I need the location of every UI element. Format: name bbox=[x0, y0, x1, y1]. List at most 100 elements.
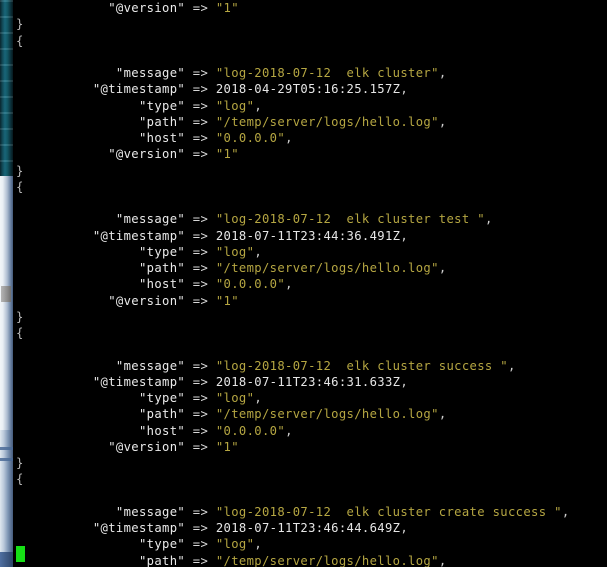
log-field-arrow: => bbox=[185, 358, 216, 373]
log-field-line: "path" => "/temp/server/logs/hello.log", bbox=[16, 260, 607, 276]
log-field-comma: , bbox=[254, 391, 262, 405]
log-field-key: "@version" bbox=[16, 1, 186, 15]
record-close-brace-line: } bbox=[16, 16, 607, 32]
log-field-arrow: => bbox=[185, 212, 216, 227]
log-field-comma: , bbox=[400, 374, 409, 389]
record-close-brace: } bbox=[16, 17, 24, 32]
record-open-brace: { bbox=[16, 326, 24, 340]
log-field-arrow: => bbox=[185, 82, 216, 97]
log-field-line: "type" => "log", bbox=[16, 390, 607, 406]
log-field-arrow: => bbox=[185, 114, 216, 129]
log-field-arrow: => bbox=[185, 423, 216, 438]
terminal-output[interactable]: "@version" => "1"}{ "message" => "log-20… bbox=[16, 0, 607, 567]
log-field-arrow: => bbox=[185, 261, 216, 275]
log-field-value: "0.0.0.0" bbox=[215, 131, 286, 145]
log-field-line: "message" => "log-2018-07-12 elk cluster… bbox=[16, 504, 607, 520]
record-open-brace-line: { bbox=[16, 325, 607, 341]
log-field-key: "host" bbox=[16, 277, 186, 292]
log-field-line: "type" => "log", bbox=[16, 536, 607, 552]
log-field-arrow: => bbox=[185, 407, 216, 422]
log-field-key: "message" bbox=[16, 212, 186, 227]
log-field-arrow: => bbox=[185, 293, 216, 308]
chrome-divider bbox=[13, 0, 16, 567]
log-field-comma: , bbox=[254, 98, 262, 113]
log-field-comma: , bbox=[438, 407, 447, 422]
vertical-scrollbar-track-lower[interactable] bbox=[0, 430, 13, 567]
log-field-value: "/temp/server/logs/hello.log" bbox=[215, 407, 439, 422]
log-field-key: "type" bbox=[16, 391, 186, 405]
log-field-key: "message" bbox=[16, 504, 186, 519]
log-field-arrow: => bbox=[185, 439, 216, 454]
log-field-value: "log" bbox=[215, 244, 255, 259]
log-field-arrow: => bbox=[185, 391, 216, 405]
log-field-value: "log-2018-07-12 elk cluster test " bbox=[215, 212, 485, 227]
log-field-value: 2018-07-11T23:46:31.633Z bbox=[215, 374, 401, 389]
record-spacer-line bbox=[16, 49, 607, 65]
left-window-chrome[interactable] bbox=[0, 0, 16, 567]
log-field-comma: , bbox=[400, 521, 409, 535]
log-field-comma: , bbox=[285, 423, 293, 438]
log-field-key: "type" bbox=[16, 244, 186, 259]
log-field-key: "type" bbox=[16, 537, 186, 552]
window-edge-stripes bbox=[0, 0, 13, 176]
log-field-value: "0.0.0.0" bbox=[215, 423, 286, 438]
log-field-comma: , bbox=[438, 114, 447, 129]
log-field-comma: , bbox=[484, 212, 493, 227]
log-field-line: "@timestamp" => 2018-04-29T05:16:25.157Z… bbox=[16, 81, 607, 97]
log-field-arrow: => bbox=[185, 98, 216, 113]
log-field-key: "@timestamp" bbox=[16, 521, 186, 535]
log-field-key: "@version" bbox=[16, 293, 186, 308]
log-field-line: "@timestamp" => 2018-07-11T23:44:36.491Z… bbox=[16, 228, 607, 244]
log-field-key: "@version" bbox=[16, 147, 186, 162]
log-field-arrow: => bbox=[185, 537, 216, 552]
log-field-value: "1" bbox=[215, 1, 239, 15]
terminal-cursor bbox=[16, 546, 25, 562]
log-field-comma: , bbox=[438, 261, 447, 275]
log-field-comma: , bbox=[508, 358, 516, 373]
log-field-key: "host" bbox=[16, 131, 186, 145]
record-close-brace: } bbox=[16, 163, 24, 178]
terminal-window[interactable]: "host" => "0.0.0.0", "@version" => "1"}{… bbox=[0, 0, 607, 567]
log-field-comma: , bbox=[254, 537, 262, 552]
record-open-brace-line: { bbox=[16, 33, 607, 49]
log-field-value: "1" bbox=[215, 439, 239, 454]
scrollbar-bottom-cap[interactable] bbox=[0, 552, 13, 567]
log-field-line: "message" => "log-2018-07-12 elk cluster… bbox=[16, 65, 607, 81]
log-field-arrow: => bbox=[185, 521, 216, 535]
log-field-line: "message" => "log-2018-07-12 elk cluster… bbox=[16, 211, 607, 227]
log-field-value: "/temp/server/logs/hello.log" bbox=[215, 553, 439, 567]
record-spacer-line bbox=[16, 195, 607, 211]
log-field-comma: , bbox=[285, 131, 293, 145]
log-field-key: "host" bbox=[16, 423, 186, 438]
log-field-arrow: => bbox=[185, 504, 216, 519]
log-field-key: "path" bbox=[16, 114, 186, 129]
log-field-line: "@version" => "1" bbox=[16, 146, 607, 162]
log-field-comma: , bbox=[285, 277, 293, 292]
log-field-value: 2018-07-11T23:44:36.491Z bbox=[215, 228, 401, 243]
record-open-brace: { bbox=[16, 33, 24, 48]
log-field-line: "path" => "/temp/server/logs/hello.log", bbox=[16, 406, 607, 422]
log-field-value: "/temp/server/logs/hello.log" bbox=[215, 261, 439, 275]
record-spacer-line bbox=[16, 488, 607, 504]
log-field-key: "@timestamp" bbox=[16, 82, 186, 97]
scrollbar-mark-2 bbox=[0, 458, 13, 461]
vertical-scrollbar-thumb[interactable] bbox=[1, 286, 11, 302]
record-spacer-line bbox=[16, 341, 607, 357]
log-field-arrow: => bbox=[185, 131, 216, 145]
log-field-key: "type" bbox=[16, 98, 186, 113]
record-close-brace-line: } bbox=[16, 455, 607, 471]
log-field-arrow: => bbox=[185, 1, 216, 15]
log-field-value: 2018-07-11T23:46:44.649Z bbox=[215, 521, 401, 535]
log-field-value: "log" bbox=[215, 537, 255, 552]
log-field-key: "message" bbox=[16, 358, 186, 373]
log-field-line: "path" => "/temp/server/logs/hello.log", bbox=[16, 114, 607, 130]
record-close-brace: } bbox=[16, 309, 24, 324]
log-field-comma: , bbox=[561, 504, 570, 519]
record-close-brace: } bbox=[16, 456, 24, 470]
log-field-line: "host" => "0.0.0.0", bbox=[16, 423, 607, 439]
log-field-arrow: => bbox=[185, 66, 216, 80]
log-field-line: "@version" => "1" bbox=[16, 293, 607, 309]
log-field-arrow: => bbox=[185, 228, 216, 243]
log-field-value: "log-2018-07-12 elk cluster success " bbox=[215, 358, 508, 373]
record-open-brace-line: { bbox=[16, 179, 607, 195]
